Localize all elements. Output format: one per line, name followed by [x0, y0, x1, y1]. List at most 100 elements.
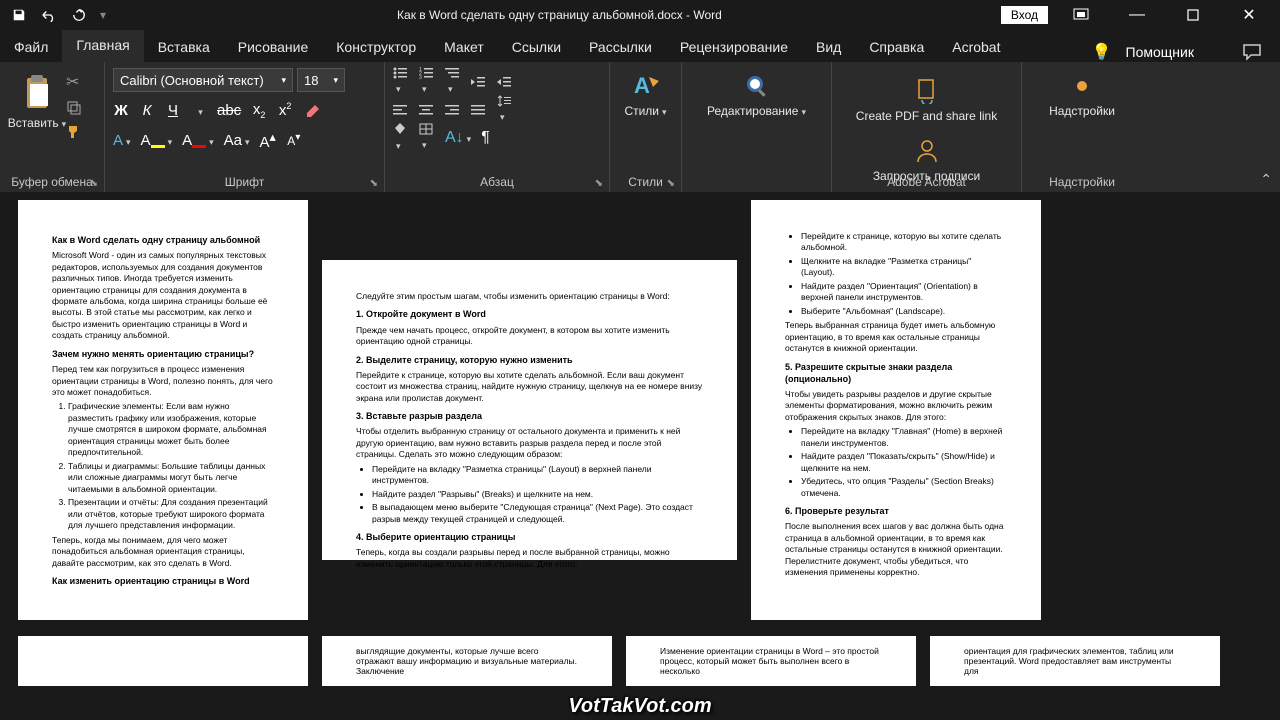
- align-right-button[interactable]: [445, 104, 461, 116]
- editing-button[interactable]: Редактирование: [690, 66, 823, 122]
- page-7[interactable]: ориентация для графических элементов, та…: [930, 636, 1220, 686]
- multilevel-button[interactable]: [445, 67, 461, 97]
- tab-help[interactable]: Справка: [855, 32, 938, 62]
- clipboard-group-label: Буфер обмена: [0, 175, 104, 189]
- grow-font-button[interactable]: A▴: [260, 129, 276, 151]
- underline-button[interactable]: Ч: [165, 102, 181, 119]
- paste-button[interactable]: Вставить: [8, 66, 66, 140]
- tab-review[interactable]: Рецензирование: [666, 32, 802, 62]
- subscript-button[interactable]: x2: [251, 101, 267, 120]
- line-spacing-button[interactable]: [497, 95, 513, 125]
- comments-icon[interactable]: [1242, 43, 1262, 61]
- tab-references[interactable]: Ссылки: [498, 32, 575, 62]
- text-effects-button[interactable]: A: [113, 132, 131, 149]
- page-5[interactable]: выглядящие документы, которые лучше всег…: [322, 636, 612, 686]
- font-name-select[interactable]: Calibri (Основной текст)▾: [113, 68, 293, 92]
- acrobat-group-label: Adobe Acrobat: [832, 175, 1021, 189]
- close-icon[interactable]: ✕: [1226, 0, 1272, 30]
- minimize-icon[interactable]: ―: [1114, 0, 1160, 30]
- page-3[interactable]: Перейдите к странице, которую вы хотите …: [751, 200, 1041, 620]
- superscript-button[interactable]: x2: [277, 101, 293, 119]
- font-size-select[interactable]: 18▾: [297, 68, 345, 92]
- doc-list-item: Щелкните на вкладке "Разметка страницы" …: [801, 256, 1007, 279]
- italic-button[interactable]: К: [139, 102, 155, 119]
- doc-list-item: Перейдите на вкладку "Главная" (Home) в …: [801, 426, 1007, 449]
- svg-text:A: A: [634, 73, 650, 98]
- lightbulb-icon: 💡: [1092, 42, 1112, 62]
- bullets-button[interactable]: [393, 67, 409, 97]
- maximize-icon[interactable]: [1170, 0, 1216, 30]
- doc-text: Следуйте этим простым шагам, чтобы измен…: [356, 291, 703, 302]
- cut-icon[interactable]: ✂: [66, 72, 82, 92]
- page-1[interactable]: Как в Word сделать одну страницу альбомн…: [18, 200, 308, 620]
- bold-button[interactable]: Ж: [113, 102, 129, 119]
- font-color-button[interactable]: A: [182, 132, 214, 149]
- tab-layout[interactable]: Макет: [430, 32, 498, 62]
- tab-file[interactable]: Файл: [4, 32, 62, 62]
- page-4[interactable]: [18, 636, 308, 686]
- decrease-indent-button[interactable]: [471, 76, 487, 88]
- clear-format-icon[interactable]: [303, 101, 321, 119]
- justify-button[interactable]: [471, 104, 487, 116]
- doc-list-item: Презентации и отчёты: Для создания презе…: [68, 497, 274, 531]
- doc-list-item: Графические элементы: Если вам нужно раз…: [68, 401, 274, 458]
- doc-heading: Как изменить ориентацию страницы в Word: [52, 575, 274, 587]
- align-left-button[interactable]: [393, 104, 409, 116]
- tab-home[interactable]: Главная: [62, 30, 143, 62]
- document-canvas[interactable]: Как в Word сделать одну страницу альбомн…: [0, 192, 1280, 720]
- addins-icon: [1066, 70, 1098, 102]
- ribbon-display-icon[interactable]: [1058, 0, 1104, 30]
- doc-list-item: Перейдите к странице, которую вы хотите …: [801, 231, 1007, 254]
- search-icon: [741, 70, 773, 102]
- create-pdf-button[interactable]: Create PDF and share link: [840, 71, 1013, 127]
- strikethrough-button[interactable]: abc: [217, 102, 241, 119]
- para-launcher-icon[interactable]: ⬊: [595, 178, 603, 189]
- increase-indent-button[interactable]: [497, 76, 513, 88]
- copy-icon[interactable]: [66, 100, 82, 116]
- tab-view[interactable]: Вид: [802, 32, 855, 62]
- login-button[interactable]: Вход: [1001, 6, 1048, 24]
- undo-icon[interactable]: [40, 8, 58, 22]
- collapse-ribbon-icon[interactable]: ⌃: [1260, 171, 1272, 188]
- tab-design[interactable]: Конструктор: [322, 32, 430, 62]
- doc-text: ориентация для графических элементов, та…: [964, 646, 1174, 676]
- shrink-font-button[interactable]: A▾: [286, 132, 302, 148]
- borders-button[interactable]: [419, 123, 435, 153]
- save-icon[interactable]: [12, 8, 26, 22]
- redo-icon[interactable]: [72, 8, 86, 22]
- underline-dropdown[interactable]: [191, 102, 207, 119]
- tab-draw[interactable]: Рисование: [224, 32, 323, 62]
- doc-text: Прежде чем начать процесс, откройте доку…: [356, 325, 703, 348]
- change-case-button[interactable]: Aa: [224, 132, 250, 149]
- highlight-button[interactable]: A: [141, 132, 173, 149]
- doc-text: Теперь, когда вы создали разрывы перед и…: [356, 547, 703, 570]
- styles-icon: A: [630, 70, 662, 102]
- styles-label: Стили: [624, 104, 666, 118]
- doc-text: После выполнения всех шагов у вас должна…: [785, 521, 1007, 578]
- doc-heading: 1. Откройте документ в Word: [356, 308, 703, 320]
- show-marks-button[interactable]: ¶: [481, 129, 497, 147]
- addins-button[interactable]: Надстройки: [1030, 66, 1134, 122]
- doc-text: Перед тем как погрузиться в процесс изме…: [52, 364, 274, 398]
- clipboard-icon: [21, 74, 53, 112]
- page-2-landscape[interactable]: Следуйте этим простым шагам, чтобы измен…: [322, 260, 737, 560]
- numbering-button[interactable]: 123: [419, 67, 435, 97]
- helper-button[interactable]: Помощник: [1126, 44, 1194, 60]
- sort-button[interactable]: A↓: [445, 129, 471, 147]
- doc-list-item: Найдите раздел "Ориентация" (Orientation…: [801, 281, 1007, 304]
- font-launcher-icon[interactable]: ⬊: [370, 178, 378, 189]
- format-painter-icon[interactable]: [66, 124, 82, 140]
- tab-insert[interactable]: Вставка: [144, 32, 224, 62]
- styles-launcher-icon[interactable]: ⬊: [667, 178, 675, 189]
- tab-acrobat[interactable]: Acrobat: [938, 32, 1014, 62]
- page-6[interactable]: Изменение ориентации страницы в Word – э…: [626, 636, 916, 686]
- tab-mailings[interactable]: Рассылки: [575, 32, 666, 62]
- shading-button[interactable]: [393, 122, 409, 154]
- doc-heading: 3. Вставьте разрыв раздела: [356, 410, 703, 422]
- doc-text: Чтобы отделить выбранную страницу от ост…: [356, 426, 703, 460]
- window-title: Как в Word сделать одну страницу альбомн…: [118, 8, 1001, 22]
- align-center-button[interactable]: [419, 104, 435, 116]
- styles-button[interactable]: A Стили: [618, 66, 673, 122]
- clipboard-launcher-icon[interactable]: ⬊: [90, 178, 98, 189]
- doc-list-item: Найдите раздел "Показать/скрыть" (Show/H…: [801, 451, 1007, 474]
